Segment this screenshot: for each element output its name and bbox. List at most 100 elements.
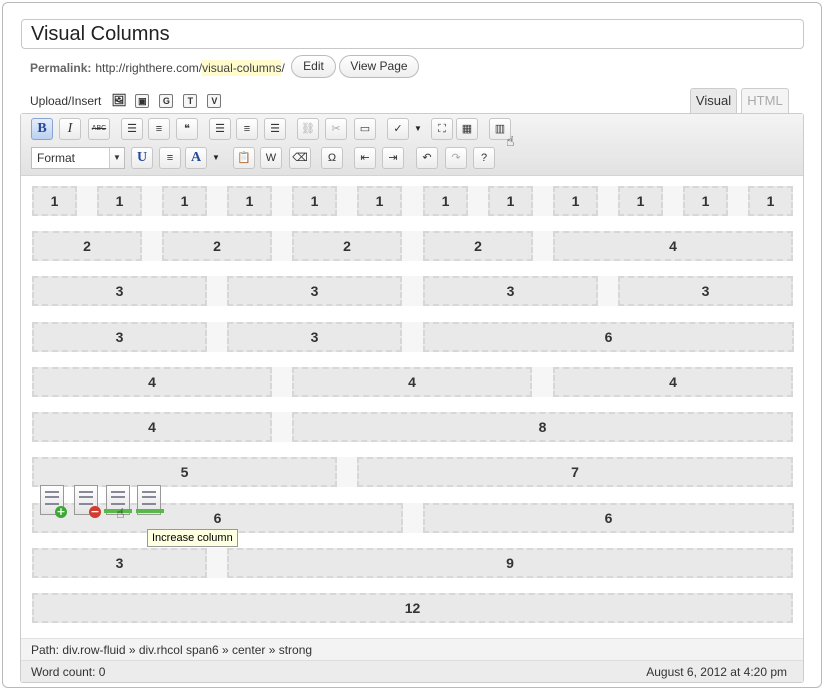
grid-column[interactable]: 4 bbox=[553, 367, 793, 397]
permalink-base-url: http://righthere.com/ bbox=[95, 61, 203, 75]
format-select[interactable]: Format ▼ bbox=[31, 147, 125, 169]
plus-icon: + bbox=[55, 505, 67, 518]
grid-column[interactable]: 1 bbox=[683, 186, 728, 216]
column-tools: + − bbox=[40, 485, 170, 518]
permalink-slug[interactable]: visual-columns bbox=[202, 60, 282, 76]
unlink-button[interactable]: ✂ bbox=[325, 118, 347, 140]
permalink-row: Permalink: http://righthere.com/ visual-… bbox=[30, 59, 285, 77]
remove-column-icon[interactable]: − bbox=[74, 485, 101, 518]
tab-html[interactable]: HTML bbox=[741, 88, 789, 113]
grid-row[interactable]: 336 bbox=[32, 322, 794, 352]
grid-row[interactable]: 12 bbox=[32, 593, 793, 623]
grid-column[interactable]: 5 bbox=[32, 457, 337, 487]
grid-column[interactable]: 1 bbox=[423, 186, 468, 216]
edit-permalink-button[interactable]: Edit bbox=[291, 55, 336, 78]
grid-column[interactable]: 1 bbox=[32, 186, 77, 216]
grid-column[interactable]: 1 bbox=[748, 186, 793, 216]
grid-column[interactable]: 1 bbox=[162, 186, 207, 216]
kitchen-sink-button[interactable]: ▦ bbox=[456, 118, 478, 140]
add-column-icon[interactable]: + bbox=[40, 485, 67, 518]
chevron-down-icon: ▼ bbox=[109, 148, 124, 168]
grid-column[interactable]: 6 bbox=[423, 322, 794, 352]
grid-column[interactable]: 1 bbox=[292, 186, 337, 216]
grid-column[interactable]: 4 bbox=[32, 412, 272, 442]
editor-content[interactable]: 1 1 1 1 1 1 1 1 1 1 1 1 2 2 2 2 4 3 3 3 3 3 3 6 4 4 4 4 8 5 7 6 6 3 9 12 bbox=[21, 176, 803, 637]
grid-column[interactable]: 4 bbox=[32, 367, 272, 397]
grid-column[interactable]: 1 bbox=[553, 186, 598, 216]
justify-button[interactable]: ≡ bbox=[159, 147, 181, 169]
grid-row[interactable]: 57 bbox=[32, 457, 793, 487]
grid-column[interactable]: 2 bbox=[162, 231, 272, 261]
hand-cursor-icon: ☝ bbox=[506, 134, 515, 150]
gallery-icon[interactable]: G bbox=[159, 94, 174, 108]
path-bar: Path: div.row-fluid » div.rhcol span6 » … bbox=[21, 638, 803, 660]
grid-column[interactable]: 2 bbox=[32, 231, 142, 261]
grid-row[interactable]: 39 bbox=[32, 548, 793, 578]
grid-column[interactable]: 1 bbox=[227, 186, 272, 216]
italic-button[interactable]: I bbox=[59, 118, 81, 140]
grid-column[interactable]: 4 bbox=[292, 367, 532, 397]
grid-row[interactable]: 111111111111 bbox=[32, 186, 793, 216]
grid-column[interactable]: 1 bbox=[488, 186, 533, 216]
help-button[interactable]: ? bbox=[473, 147, 495, 169]
grid-column[interactable]: 3 bbox=[32, 276, 207, 306]
grid-column[interactable]: 3 bbox=[423, 276, 598, 306]
bullet-list-button[interactable]: ☰ bbox=[121, 118, 143, 140]
grid-column[interactable]: 7 bbox=[357, 457, 793, 487]
indent-button[interactable]: ⇥ bbox=[382, 147, 404, 169]
grid-column[interactable]: 3 bbox=[618, 276, 793, 306]
grid-row[interactable]: 48 bbox=[32, 412, 793, 442]
image-icon[interactable]: 🖼 bbox=[111, 94, 126, 108]
grid-column[interactable]: 3 bbox=[32, 548, 207, 578]
grid-column[interactable]: 4 bbox=[553, 231, 793, 261]
spellcheck-dropdown-icon[interactable]: ▼ bbox=[413, 118, 423, 140]
format-select-label: Format bbox=[37, 151, 76, 165]
outdent-button[interactable]: ⇤ bbox=[354, 147, 376, 169]
paste-text-button[interactable]: 📋 bbox=[233, 147, 255, 169]
underline-button[interactable]: U bbox=[131, 147, 153, 169]
text-color-dropdown-icon[interactable]: ▼ bbox=[211, 147, 221, 169]
grid-column[interactable]: 1 bbox=[618, 186, 663, 216]
remove-format-button[interactable]: ⌫ bbox=[289, 147, 311, 169]
special-char-button[interactable]: Ω bbox=[321, 147, 343, 169]
upload-insert-label: Upload/Insert bbox=[30, 94, 102, 108]
media-icon[interactable]: ▣ bbox=[135, 94, 150, 108]
grid-row[interactable]: 3333 bbox=[32, 276, 793, 306]
fullscreen-button[interactable]: ⛶ bbox=[431, 118, 453, 140]
grid-column[interactable]: 1 bbox=[357, 186, 402, 216]
insert-more-button[interactable]: ▭ bbox=[354, 118, 376, 140]
numbered-list-button[interactable]: ≡ bbox=[148, 118, 170, 140]
align-right-button[interactable]: ☰ bbox=[264, 118, 286, 140]
grid-column[interactable]: 1 bbox=[97, 186, 142, 216]
text-icon[interactable]: T bbox=[183, 94, 198, 108]
video-icon[interactable]: V bbox=[207, 94, 222, 108]
grid-column[interactable]: 9 bbox=[227, 548, 793, 578]
insert-link-button[interactable]: ⛓ bbox=[297, 118, 319, 140]
text-color-button[interactable]: A bbox=[185, 147, 207, 169]
grid-column[interactable]: 2 bbox=[292, 231, 402, 261]
align-center-button[interactable]: ≡ bbox=[236, 118, 258, 140]
bold-button[interactable]: B bbox=[31, 118, 53, 140]
grid-column[interactable]: 6 bbox=[423, 503, 794, 533]
grid-column[interactable]: 3 bbox=[32, 322, 207, 352]
tab-visual[interactable]: Visual bbox=[690, 88, 737, 113]
grid-column[interactable]: 8 bbox=[292, 412, 793, 442]
view-page-button[interactable]: View Page bbox=[339, 55, 419, 78]
align-left-button[interactable]: ☰ bbox=[209, 118, 231, 140]
paste-word-button[interactable]: W bbox=[260, 147, 282, 169]
post-title-input[interactable]: Visual Columns bbox=[21, 19, 804, 49]
undo-button[interactable]: ↶ bbox=[416, 147, 438, 169]
grid-row[interactable]: 22224 bbox=[32, 231, 793, 261]
path-value[interactable]: div.row-fluid » div.rhcol span6 » center… bbox=[62, 643, 312, 657]
spellcheck-button[interactable]: ✓ bbox=[387, 118, 409, 140]
upload-insert-bar: Upload/Insert 🖼 ▣ G T V bbox=[30, 94, 222, 108]
grid-column[interactable]: 12 bbox=[32, 593, 793, 623]
grid-column[interactable]: 2 bbox=[423, 231, 533, 261]
path-label: Path: bbox=[31, 643, 60, 657]
blockquote-button[interactable]: ❝ bbox=[176, 118, 198, 140]
grid-column[interactable]: 3 bbox=[227, 322, 402, 352]
strikethrough-button[interactable]: ABC bbox=[88, 118, 110, 140]
redo-button[interactable]: ↷ bbox=[445, 147, 467, 169]
grid-row[interactable]: 444 bbox=[32, 367, 793, 397]
grid-column[interactable]: 3 bbox=[227, 276, 402, 306]
